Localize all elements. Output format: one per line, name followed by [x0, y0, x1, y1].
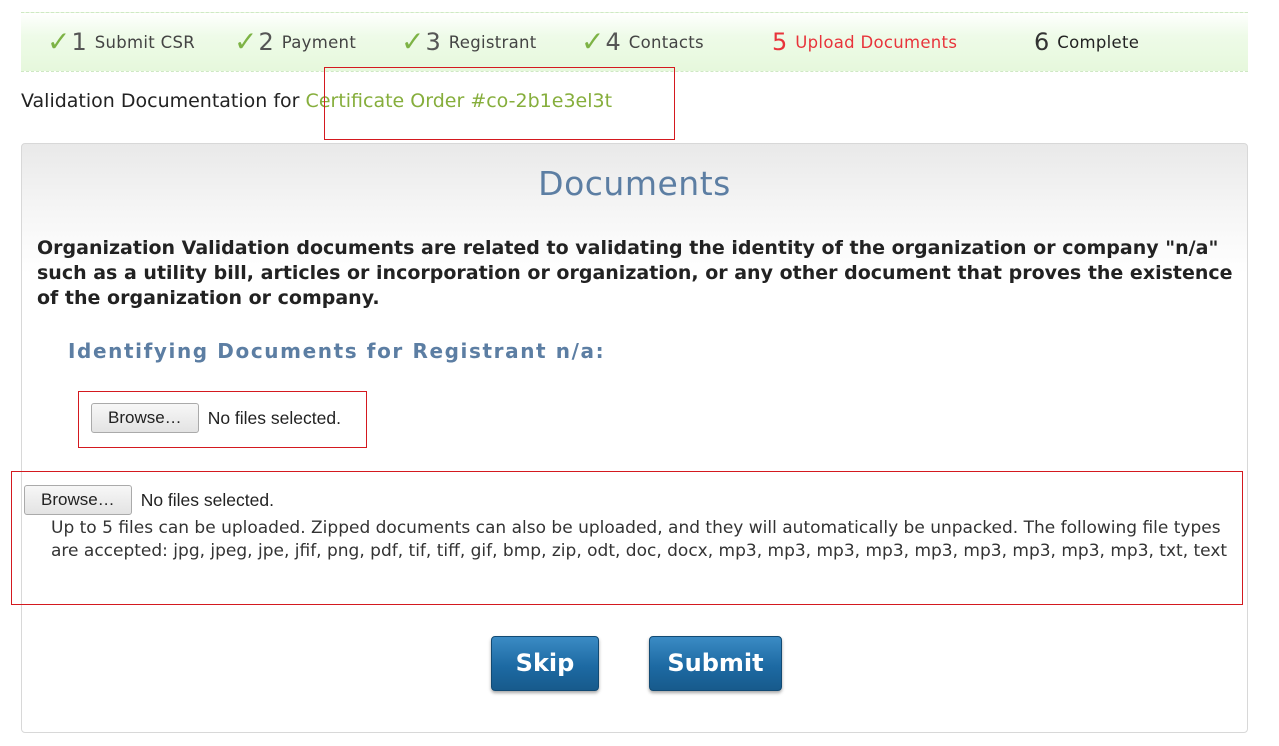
- highlight-box-registrant-upload: [78, 391, 367, 448]
- step-contacts: ✓ 4 Contacts: [581, 13, 704, 71]
- step-upload-documents: 5 Upload Documents: [772, 13, 957, 71]
- checkmark-icon: ✓: [234, 25, 258, 58]
- step-number: 6: [1034, 28, 1050, 56]
- step-number: 2: [258, 28, 274, 56]
- checkmark-icon: ✓: [581, 25, 605, 58]
- step-label: Payment: [281, 32, 357, 52]
- progress-steps: ✓ 1 Submit CSR ✓ 2 Payment ✓ 3 Registran…: [21, 12, 1248, 72]
- step-label: Upload Documents: [795, 32, 958, 52]
- panel-title: Documents: [538, 164, 731, 203]
- step-complete: 6 Complete: [1034, 13, 1139, 71]
- step-label: Complete: [1057, 32, 1140, 52]
- step-submit-csr: ✓ 1 Submit CSR: [47, 13, 195, 71]
- skip-button[interactable]: Skip: [491, 636, 599, 691]
- checkmark-icon: ✓: [401, 25, 425, 58]
- step-number: 5: [772, 28, 788, 56]
- checkmark-icon: ✓: [47, 25, 71, 58]
- submit-button[interactable]: Submit: [649, 636, 782, 691]
- step-number: 1: [71, 28, 87, 56]
- validation-prefix: Validation Documentation for: [21, 90, 306, 112]
- registrant-documents-heading: Identifying Documents for Registrant n/a…: [68, 339, 606, 363]
- step-payment: ✓ 2 Payment: [234, 13, 356, 71]
- step-registrant: ✓ 3 Registrant: [401, 13, 537, 71]
- step-number: 4: [605, 28, 621, 56]
- highlight-box-order: [324, 67, 675, 140]
- step-number: 3: [425, 28, 441, 56]
- validation-description: Organization Validation documents are re…: [37, 237, 1233, 309]
- step-label: Submit CSR: [94, 32, 195, 52]
- highlight-box-document-upload: [11, 471, 1243, 605]
- step-label: Registrant: [448, 32, 537, 52]
- step-label: Contacts: [628, 32, 704, 52]
